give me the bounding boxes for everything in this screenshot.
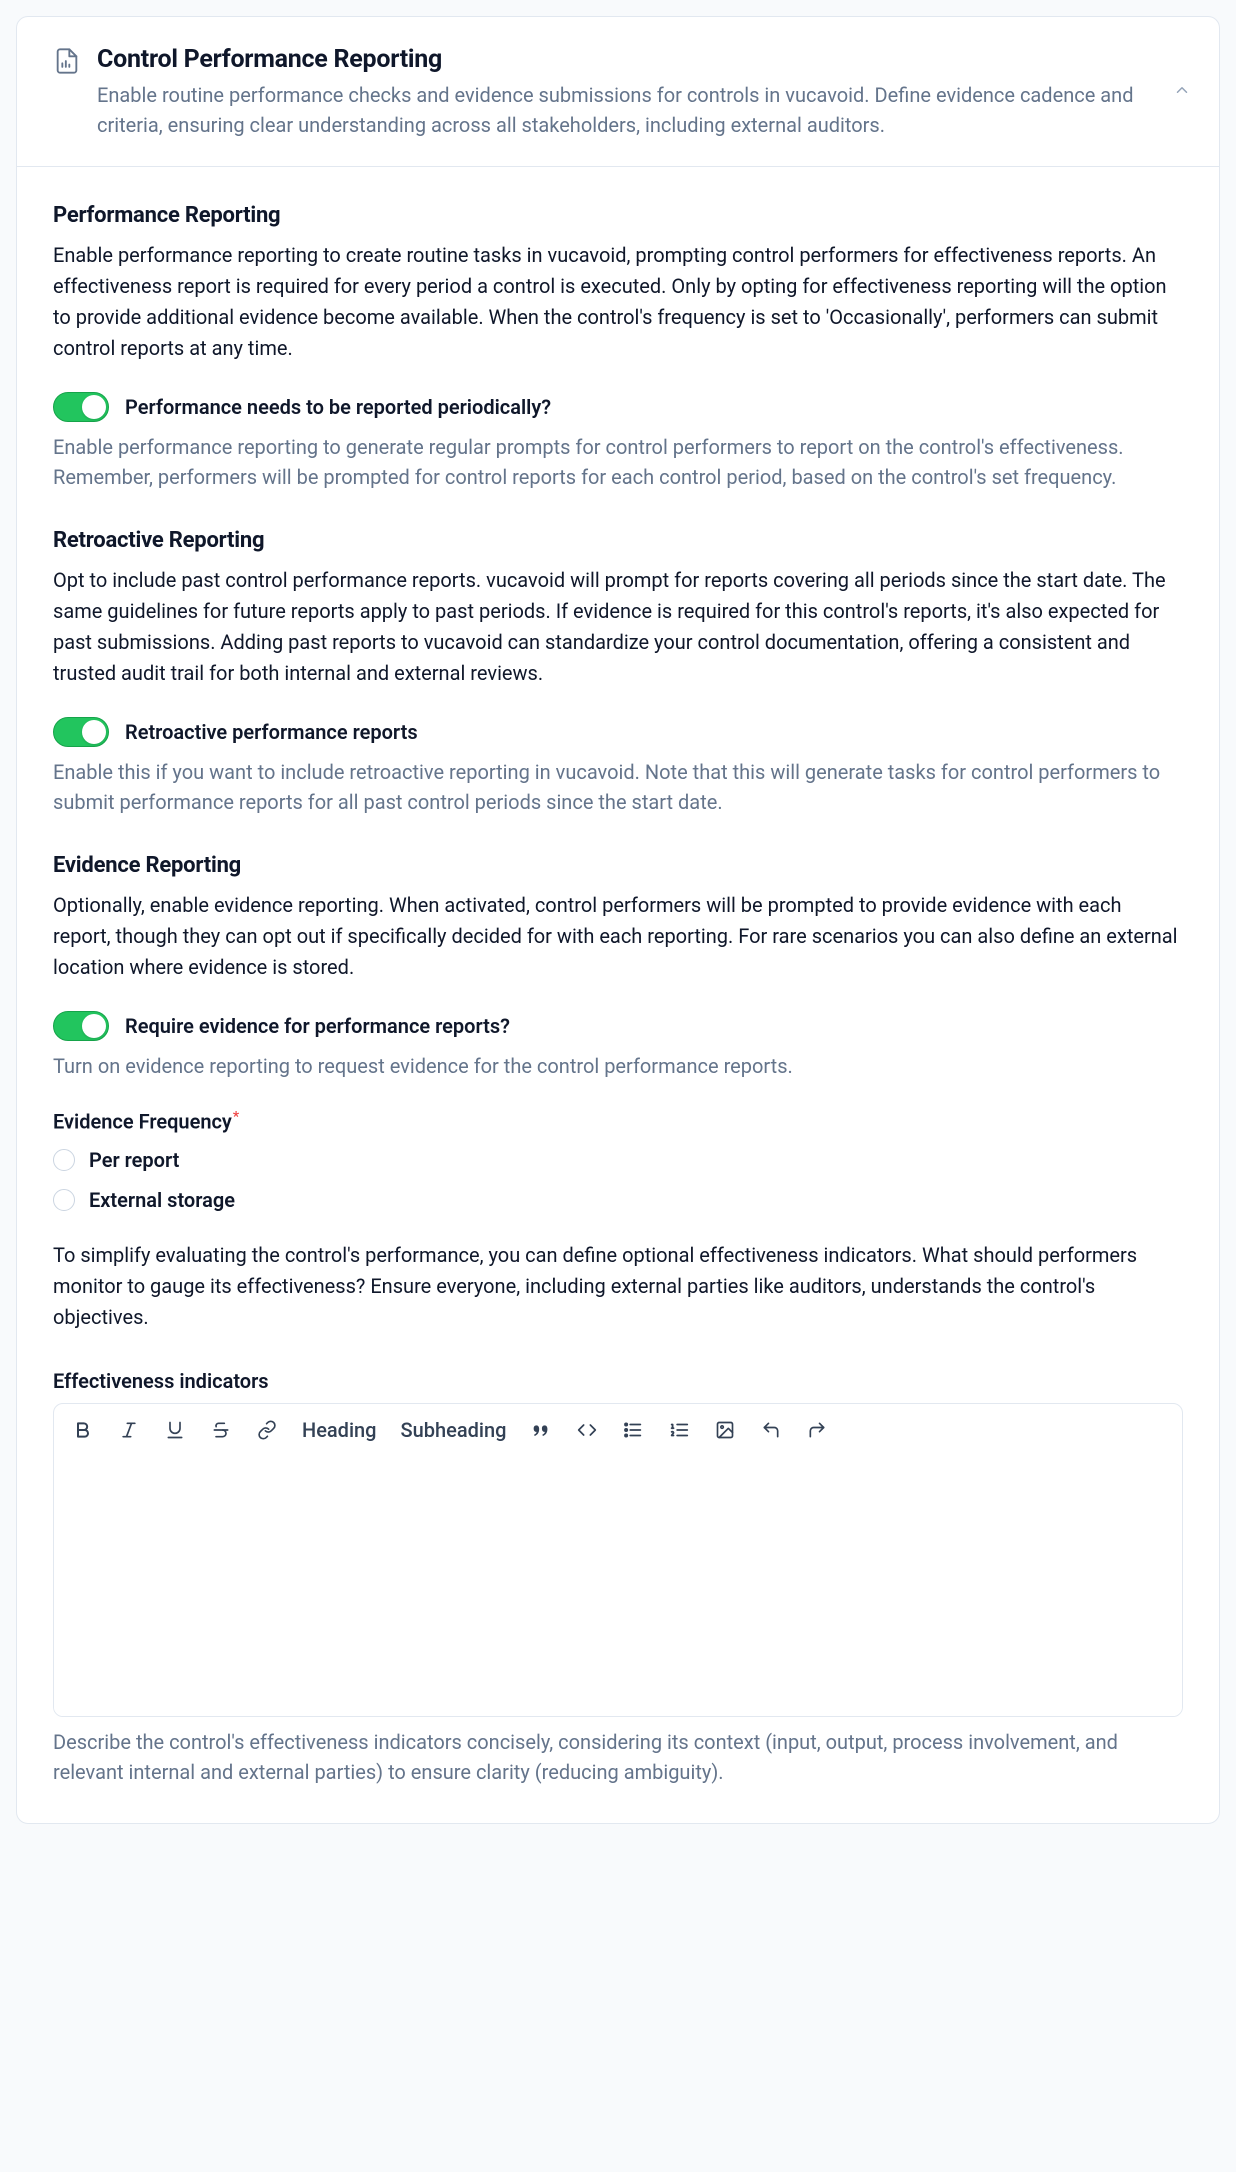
evidence-reporting-help: Turn on evidence reporting to request ev… bbox=[53, 1051, 1183, 1081]
undo-button[interactable] bbox=[760, 1420, 782, 1440]
radio-external-storage[interactable]: External storage bbox=[53, 1188, 1183, 1212]
bullet-list-button[interactable] bbox=[622, 1419, 644, 1441]
retroactive-reporting-toggle-label: Retroactive performance reports bbox=[125, 720, 418, 744]
performance-reporting-help: Enable performance reporting to generate… bbox=[53, 432, 1183, 492]
radio-label: External storage bbox=[89, 1188, 235, 1212]
subheading-button[interactable]: Subheading bbox=[401, 1418, 507, 1442]
retroactive-reporting-toggle[interactable] bbox=[53, 717, 109, 747]
blockquote-button[interactable] bbox=[530, 1419, 552, 1441]
card-title: Control Performance Reporting bbox=[97, 45, 1183, 74]
evidence-frequency-label-text: Evidence Frequency bbox=[53, 1110, 232, 1134]
evidence-frequency-label: Evidence Frequency* bbox=[53, 1109, 239, 1134]
link-button[interactable] bbox=[256, 1420, 278, 1440]
evidence-reporting-toggle-label: Require evidence for performance reports… bbox=[125, 1014, 510, 1038]
effectiveness-intro: To simplify evaluating the control's per… bbox=[53, 1240, 1183, 1333]
radio-input[interactable] bbox=[53, 1149, 75, 1171]
underline-button[interactable] bbox=[164, 1420, 186, 1440]
italic-button[interactable] bbox=[118, 1420, 140, 1440]
redo-button[interactable] bbox=[806, 1420, 828, 1440]
code-button[interactable] bbox=[576, 1420, 598, 1440]
ordered-list-button[interactable] bbox=[668, 1419, 690, 1441]
performance-reporting-toggle-label: Performance needs to be reported periodi… bbox=[125, 395, 551, 419]
effectiveness-indicators-label: Effectiveness indicators bbox=[53, 1369, 269, 1393]
card-description: Enable routine performance checks and ev… bbox=[97, 80, 1183, 140]
evidence-reporting-title: Evidence Reporting bbox=[53, 853, 1183, 878]
card-header[interactable]: Control Performance Reporting Enable rou… bbox=[17, 17, 1219, 167]
retroactive-reporting-title: Retroactive Reporting bbox=[53, 528, 1183, 553]
heading-button[interactable]: Heading bbox=[302, 1418, 377, 1442]
effectiveness-textarea[interactable] bbox=[54, 1456, 1182, 1716]
card-body: Performance Reporting Enable performance… bbox=[17, 167, 1219, 1823]
retroactive-reporting-help: Enable this if you want to include retro… bbox=[53, 757, 1183, 817]
radio-label: Per report bbox=[89, 1148, 179, 1172]
retroactive-reporting-desc: Opt to include past control performance … bbox=[53, 565, 1183, 689]
bold-button[interactable] bbox=[72, 1420, 94, 1440]
effectiveness-editor: Heading Subheading bbox=[53, 1403, 1183, 1717]
evidence-reporting-toggle[interactable] bbox=[53, 1011, 109, 1041]
performance-reporting-toggle[interactable] bbox=[53, 392, 109, 422]
required-indicator: * bbox=[233, 1109, 239, 1125]
chevron-up-icon[interactable] bbox=[1173, 81, 1191, 103]
evidence-reporting-desc: Optionally, enable evidence reporting. W… bbox=[53, 890, 1183, 983]
radio-per-report[interactable]: Per report bbox=[53, 1148, 1183, 1172]
image-button[interactable] bbox=[714, 1420, 736, 1440]
strikethrough-button[interactable] bbox=[210, 1420, 232, 1440]
document-chart-icon bbox=[53, 47, 81, 79]
editor-toolbar: Heading Subheading bbox=[54, 1404, 1182, 1456]
performance-reporting-desc: Enable performance reporting to create r… bbox=[53, 240, 1183, 364]
radio-input[interactable] bbox=[53, 1189, 75, 1211]
performance-reporting-title: Performance Reporting bbox=[53, 203, 1183, 228]
control-performance-reporting-card: Control Performance Reporting Enable rou… bbox=[16, 16, 1220, 1824]
effectiveness-help: Describe the control's effectiveness ind… bbox=[53, 1727, 1183, 1787]
